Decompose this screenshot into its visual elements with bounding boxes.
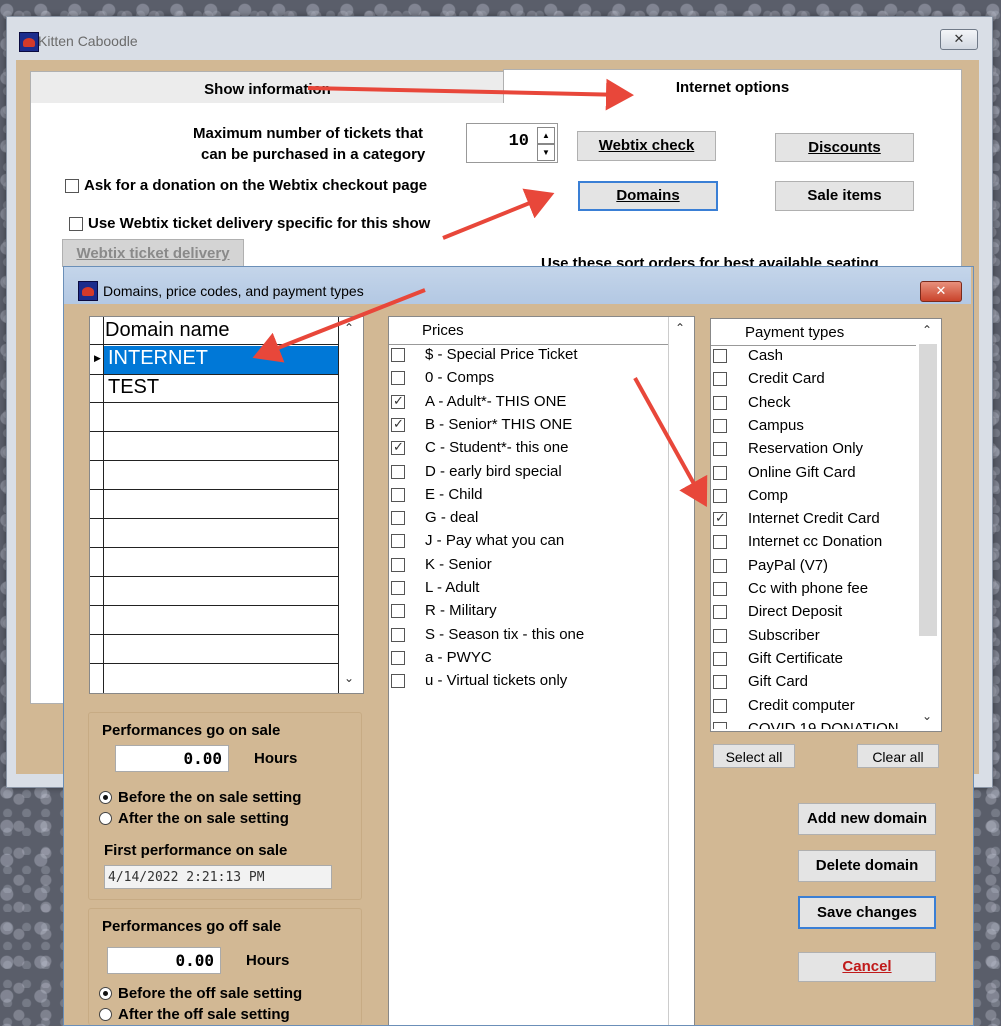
arrow-to-internet-tab	[307, 78, 634, 111]
arrow-to-domains-button	[442, 188, 555, 240]
annotation-arrows	[252, 78, 708, 507]
arrow-to-internet-credit-card	[633, 377, 708, 507]
arrow-to-internet-domain	[252, 288, 426, 363]
